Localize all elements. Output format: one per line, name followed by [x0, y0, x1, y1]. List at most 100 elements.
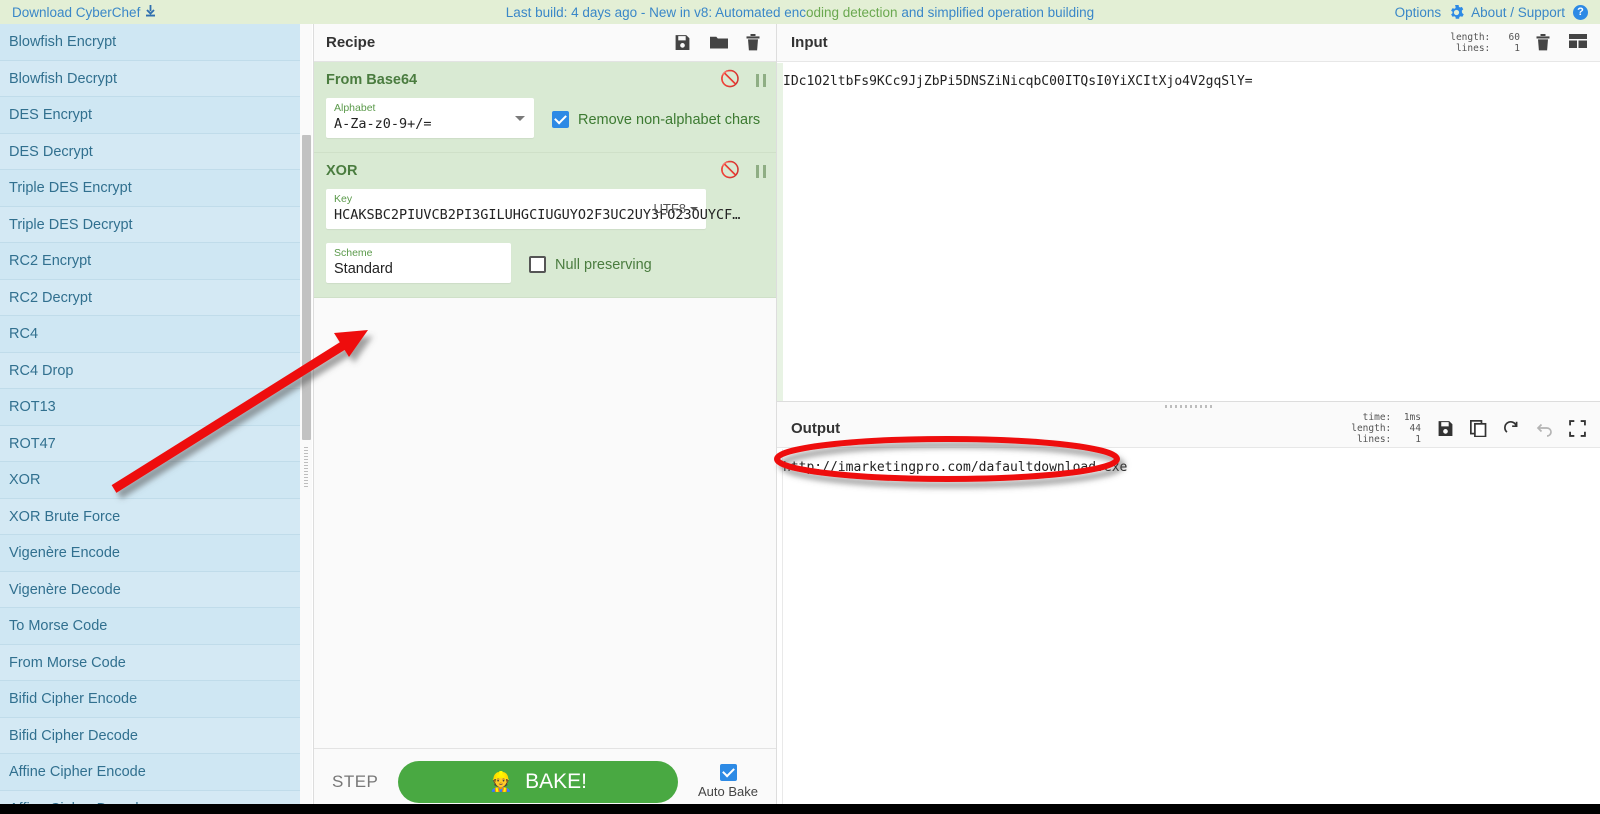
sidebar-item-label: DES Decrypt	[9, 143, 93, 160]
pause-icon[interactable]	[756, 73, 766, 87]
recipe-panel: Recipe From Base64 🚫 Alphabet A-Za-z0-9+…	[313, 24, 777, 814]
sidebar-item-triple-des-decrypt[interactable]: Triple DES Decrypt	[0, 206, 300, 243]
pause-icon[interactable]	[756, 164, 766, 178]
trash-icon[interactable]	[746, 33, 764, 52]
sidebar-item-label: XOR Brute Force	[9, 508, 121, 525]
input-gutter	[777, 63, 783, 401]
disable-icon[interactable]: 🚫	[720, 163, 740, 179]
output-length-label: length:	[1351, 423, 1392, 434]
input-value[interactable]: IDc1O2ltbFs9KCc9JjZbPi5DNSZiNicqbC00ITQs…	[777, 62, 1600, 91]
sidebar-item-affine-cipher-encode[interactable]: Affine Cipher Encode	[0, 754, 300, 791]
sidebar-item-blowfish-encrypt[interactable]: Blowfish Encrypt	[0, 24, 300, 61]
sidebar-item-label: RC2 Decrypt	[9, 289, 92, 306]
key-label: Key	[334, 193, 353, 205]
sidebar-item-xor[interactable]: XOR	[0, 462, 300, 499]
null-preserving-checkbox[interactable]: Null preserving	[529, 243, 652, 273]
alphabet-field[interactable]: Alphabet A-Za-z0-9+/=	[326, 98, 534, 138]
input-title: Input	[791, 34, 828, 51]
bake-button[interactable]: 👷 BAKE!	[398, 760, 678, 803]
download-icon	[145, 4, 156, 20]
sidebar-item-bifid-cipher-decode[interactable]: Bifid Cipher Decode	[0, 717, 300, 754]
input-length-value: 60	[1508, 31, 1520, 43]
sidebar-item-label: XOR	[9, 472, 41, 488]
folder-open-icon[interactable]	[710, 34, 728, 52]
gear-icon[interactable]	[1449, 4, 1464, 19]
options-label: Options	[1394, 4, 1442, 20]
download-cyberchef-link[interactable]: Download CyberChef	[12, 4, 156, 20]
sidebar-item-rc2-decrypt[interactable]: RC2 Decrypt	[0, 279, 300, 316]
save-icon[interactable]	[674, 34, 692, 52]
recipe-op-xor[interactable]: XOR 🚫 Key HCAKSBC2PIUVCB2PI3GILUHGCIUGUY…	[314, 153, 776, 298]
replace-input-icon[interactable]	[1503, 420, 1520, 437]
checkbox-checked-icon[interactable]	[719, 764, 737, 781]
copy-icon[interactable]	[1470, 420, 1487, 437]
sidebar-item-label: DES Encrypt	[9, 107, 92, 123]
chevron-down-icon	[690, 206, 698, 211]
sidebar-scrollbar-thumb[interactable]	[302, 135, 311, 440]
sidebar-item-blowfish-decrypt[interactable]: Blowfish Decrypt	[0, 60, 300, 97]
output-value[interactable]: http://imarketingpro.com/dafaultdownload…	[777, 448, 1600, 477]
sidebar-item-rc2-encrypt[interactable]: RC2 Encrypt	[0, 243, 300, 280]
sidebar-item-vigen-re-decode[interactable]: Vigenère Decode	[0, 571, 300, 608]
recipe-op-args: Alphabet A-Za-z0-9+/= Remove non-alphabe…	[326, 98, 764, 138]
auto-bake-toggle[interactable]: Auto Bake	[692, 764, 764, 799]
output-lines-label: lines:	[1356, 434, 1392, 445]
recipe-title: Recipe	[326, 34, 376, 51]
trash-icon[interactable]	[1536, 34, 1553, 51]
disable-icon[interactable]: 🚫	[720, 72, 740, 88]
recipe-op-controls: 🚫	[720, 163, 766, 179]
key-field[interactable]: Key HCAKSBC2PIUVCB2PI3GILUHGCIUGUYO2F3UC…	[326, 189, 740, 229]
about-support-link[interactable]: About / Support	[1471, 5, 1565, 20]
sidebar-item-xor-brute-force[interactable]: XOR Brute Force	[0, 498, 300, 535]
null-preserving-label: Null preserving	[555, 256, 652, 273]
sidebar-item-rot47[interactable]: ROT47	[0, 425, 300, 462]
sidebar-resize-grip[interactable]	[304, 447, 308, 487]
sidebar-item-label: Vigenère Decode	[9, 581, 121, 598]
key-encoding-dropdown[interactable]: UTF8	[644, 201, 698, 216]
input-lines-label: lines:	[1455, 42, 1491, 54]
io-splitter[interactable]	[777, 402, 1600, 410]
sidebar-item-to-morse-code[interactable]: To Morse Code	[0, 608, 300, 645]
undo-icon[interactable]	[1536, 420, 1553, 437]
maximize-icon[interactable]	[1569, 420, 1586, 437]
chevron-down-icon[interactable]	[515, 116, 525, 121]
checkbox-checked-icon[interactable]	[552, 111, 569, 128]
scheme-field[interactable]: Scheme Standard	[326, 243, 511, 283]
download-cyberchef-label: Download CyberChef	[12, 4, 141, 20]
auto-bake-label: Auto Bake	[698, 784, 758, 799]
input-panel: Input length: 60 lines: 1 IDc1O2ltbFs9KCc…	[777, 24, 1600, 402]
sidebar-item-rc4-drop[interactable]: RC4 Drop	[0, 352, 300, 389]
add-tab-icon[interactable]	[1569, 34, 1587, 51]
sidebar-item-label: Bifid Cipher Decode	[9, 727, 138, 744]
sidebar-item-label: ROT13	[9, 399, 56, 415]
save-icon[interactable]	[1437, 420, 1454, 437]
sidebar-item-des-decrypt[interactable]: DES Decrypt	[0, 133, 300, 170]
sidebar-item-from-morse-code[interactable]: From Morse Code	[0, 644, 300, 681]
step-button[interactable]: STEP	[326, 772, 384, 792]
splitter-grip-icon	[1164, 404, 1213, 408]
build-notice-highlight: oding detection	[805, 4, 898, 20]
options-link[interactable]: Options	[1395, 5, 1442, 20]
output-meta: time: 1ms length: 44 lines: 1	[1351, 412, 1421, 445]
operations-sidebar[interactable]: Blowfish Encrypt Blowfish Decrypt DES Encr…	[0, 24, 300, 814]
scheme-value: Standard	[334, 261, 393, 277]
output-time-label: time:	[1362, 412, 1392, 423]
sidebar-item-bifid-cipher-encode[interactable]: Bifid Cipher Encode	[0, 681, 300, 718]
remove-non-alphabet-checkbox[interactable]: Remove non-alphabet chars	[552, 98, 760, 128]
key-encoding-label: UTF8	[653, 201, 687, 216]
sidebar-item-vigen-re-encode[interactable]: Vigenère Encode	[0, 535, 300, 572]
sidebar-item-label: Affine Cipher Encode	[9, 764, 146, 780]
checkbox-unchecked-icon[interactable]	[529, 256, 546, 273]
question-circle-icon[interactable]: ?	[1573, 4, 1588, 20]
output-header-icons	[1437, 420, 1586, 437]
scheme-label: Scheme	[334, 247, 373, 259]
recipe-drop-area[interactable]	[314, 298, 776, 748]
sidebar-item-label: RC4 Drop	[9, 362, 74, 379]
sidebar-item-des-encrypt[interactable]: DES Encrypt	[0, 97, 300, 134]
sidebar-item-rc4[interactable]: RC4	[0, 316, 300, 353]
sidebar-item-rot13[interactable]: ROT13	[0, 389, 300, 426]
recipe-op-from-base64[interactable]: From Base64 🚫 Alphabet A-Za-z0-9+/= Remo…	[314, 62, 776, 153]
recipe-header-icons	[674, 33, 764, 52]
sidebar-item-label: Bifid Cipher Encode	[9, 691, 138, 707]
sidebar-item-triple-des-encrypt[interactable]: Triple DES Encrypt	[0, 170, 300, 207]
